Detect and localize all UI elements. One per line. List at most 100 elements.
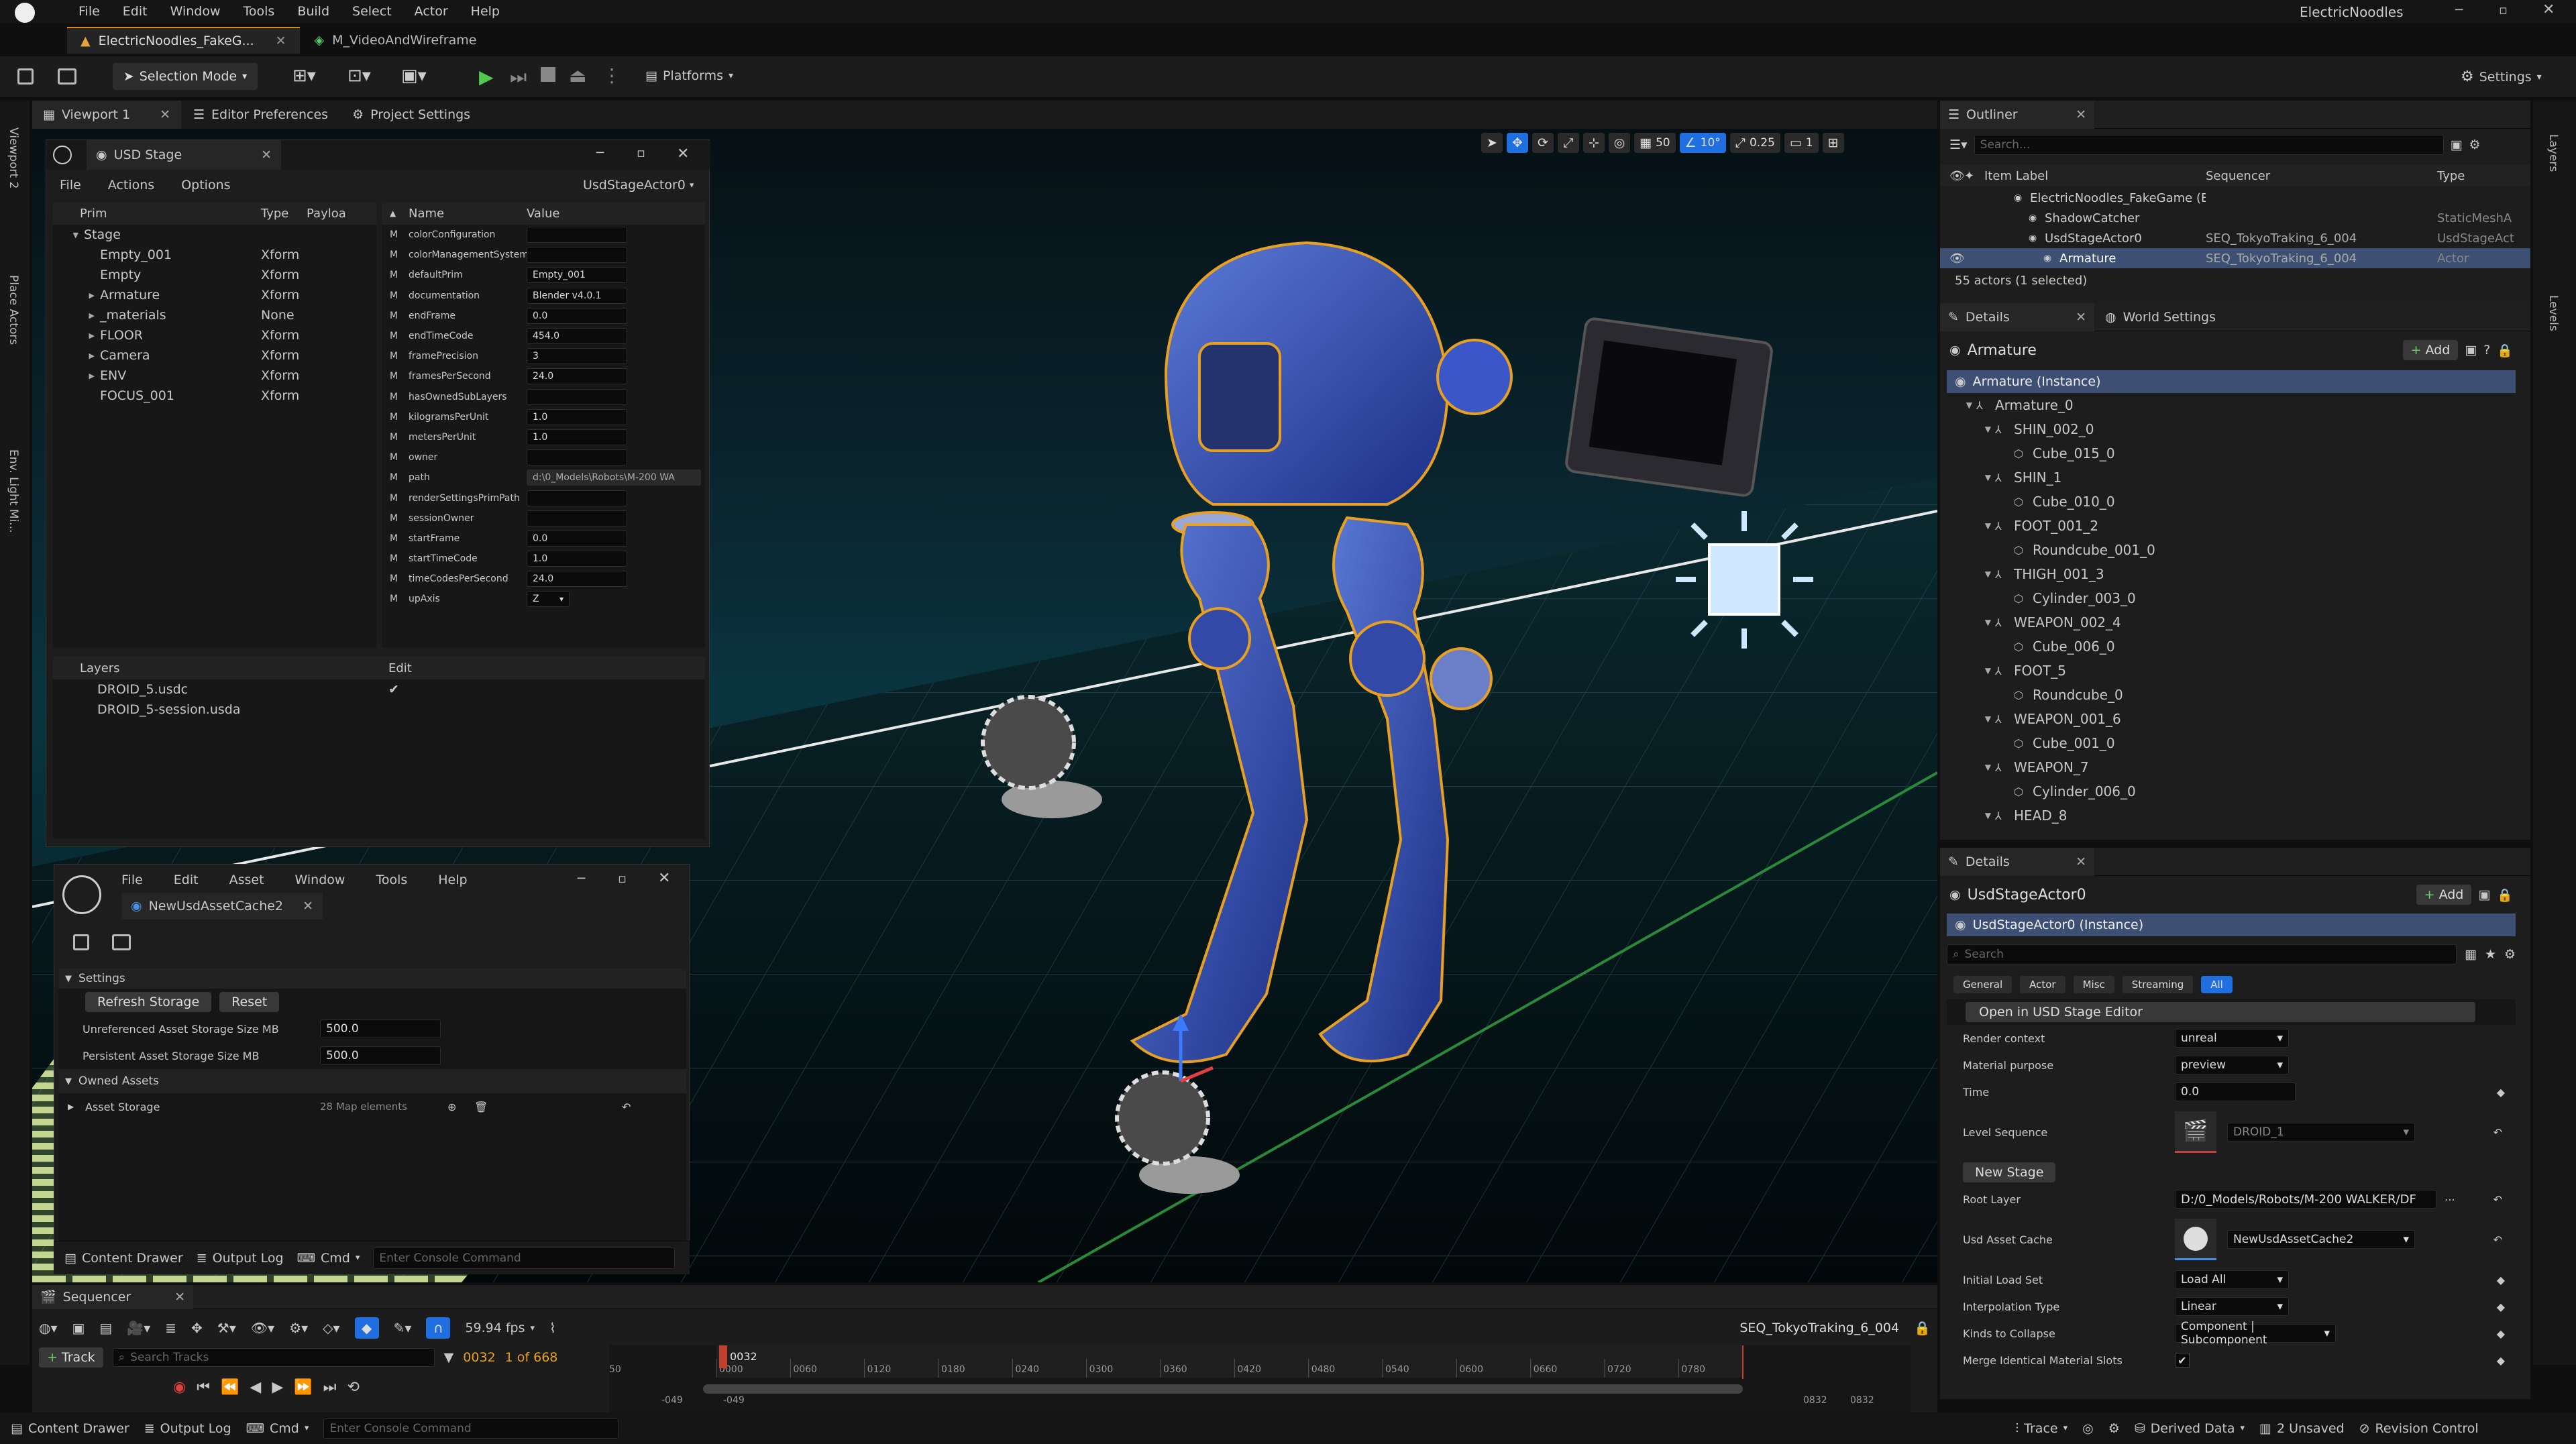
minimize-button[interactable]: ─ xyxy=(578,871,585,886)
property-value[interactable]: Blender v4.0.1 xyxy=(527,287,627,304)
component-row[interactable]: ▼ ⅄ HEAD_8 xyxy=(1947,803,2516,828)
menu-help[interactable]: Help xyxy=(460,0,511,23)
interpolation-select[interactable]: Linear ▾ xyxy=(2175,1297,2289,1316)
filter-icon[interactable]: ▼ xyxy=(444,1350,454,1365)
reset-arrow-icon[interactable]: ↶ xyxy=(2493,1233,2502,1246)
curve-icon[interactable]: ✎▾ xyxy=(394,1320,412,1336)
filter-streaming[interactable]: Streaming xyxy=(2122,976,2194,993)
close-icon[interactable]: ✕ xyxy=(174,1290,185,1304)
place-actors-tab[interactable]: Place Actors xyxy=(7,275,20,345)
key-icon[interactable]: ◆ xyxy=(2497,1086,2505,1099)
settings-header[interactable]: ▼ Settings xyxy=(58,968,686,989)
component-row[interactable]: ⬡ Cube_001_0 xyxy=(1947,731,2516,755)
viewport2-tab[interactable]: Viewport 2 xyxy=(7,127,20,188)
tab-editor-preferences[interactable]: ☰ Editor Preferences xyxy=(181,101,340,129)
table-icon[interactable]: ▦ xyxy=(2465,947,2477,962)
add-component-button[interactable]: + Add xyxy=(2416,885,2472,905)
component-instance-row[interactable]: ◉ UsdStageActor0 (Instance) xyxy=(1947,913,2516,936)
expand-arrow-icon[interactable]: ▶ xyxy=(53,351,100,360)
expand-arrow-icon[interactable]: ▼ xyxy=(53,231,84,239)
menu-help[interactable]: Help xyxy=(438,873,467,887)
close-icon[interactable]: ✕ xyxy=(261,148,272,162)
property-value[interactable] xyxy=(527,449,627,466)
property-value[interactable] xyxy=(527,227,627,243)
unref-storage-input[interactable]: 500.0 xyxy=(320,1019,441,1038)
component-row[interactable]: ▼ ⅄ WEAPON_7 xyxy=(1947,755,2516,779)
component-row[interactable]: ▼ ⅄ FOOT_001_2 xyxy=(1947,514,2516,538)
lock-icon[interactable]: 🔒 xyxy=(2497,343,2513,358)
timeline-ruler[interactable]: 0000 0060 0120 0180 0240 0300 0360 0420 0480 0540… xyxy=(609,1345,1911,1412)
maximize-button[interactable]: ▫ xyxy=(2499,3,2508,17)
jump-start-button[interactable]: ⏮ xyxy=(197,1379,210,1396)
prim-row[interactable]: ▶ FLOOR Xform xyxy=(53,325,376,345)
component-row[interactable]: ▼ ⅄ SHIN_002_0 xyxy=(1947,417,2516,441)
new-stage-button[interactable]: New Stage xyxy=(1963,1162,2056,1182)
eject-button[interactable]: ⏏ xyxy=(569,64,586,87)
next-key-button[interactable]: ⏩ xyxy=(294,1379,312,1396)
browse-icon[interactable] xyxy=(112,934,131,950)
console-input[interactable]: Enter Console Command xyxy=(373,1247,676,1269)
save-icon[interactable] xyxy=(17,68,34,85)
tab-project-settings[interactable]: ⚙ Project Settings xyxy=(340,101,482,129)
component-row[interactable]: ⬡ Cylinder_006_0 xyxy=(1947,779,2516,803)
env-light-tab[interactable]: Env. Light Mi... xyxy=(7,449,20,533)
prim-row[interactable]: ▼ Stage xyxy=(53,225,376,245)
rotate-tool-icon[interactable]: ⟳ xyxy=(1532,133,1554,153)
step-button[interactable]: ⏭ xyxy=(510,66,527,89)
outliner-row[interactable]: ◉ ElectricNoodles_FakeGame (Editor) xyxy=(1940,188,2530,208)
kinds-collapse-select[interactable]: Component | Subcomponent ▾ xyxy=(2175,1320,2336,1347)
surface-snap-icon[interactable]: ⊹ xyxy=(1583,133,1605,153)
transform-icon[interactable]: ✥ xyxy=(191,1320,203,1336)
persist-storage-input[interactable]: 500.0 xyxy=(320,1046,441,1065)
key-icon[interactable]: ◆ xyxy=(2497,1274,2505,1286)
details-search-input[interactable]: ⌕ Search xyxy=(1947,944,2457,964)
unreal-logo[interactable] xyxy=(15,3,35,23)
playback-options-icon[interactable]: ⚙▾ xyxy=(289,1320,308,1336)
property-value[interactable]: 3 xyxy=(527,348,627,365)
minimize-button[interactable]: ─ xyxy=(2455,3,2463,17)
output-log-button[interactable]: ≣ Output Log xyxy=(197,1251,284,1266)
tab-details2[interactable]: ✎ Details ✕ xyxy=(1940,848,2094,876)
prim-row[interactable]: FOCUS_001 Xform xyxy=(53,386,376,406)
world-icon[interactable]: ◍▾ xyxy=(39,1320,58,1336)
world-local-icon[interactable]: ◎ xyxy=(1609,133,1630,153)
refresh-storage-button[interactable]: Refresh Storage xyxy=(85,992,212,1012)
component-row[interactable]: ▼ ⅄ THIGH_001_3 xyxy=(1947,562,2516,586)
tab-material[interactable]: ◈ M_VideoAndWireframe xyxy=(300,27,492,54)
more-options-icon[interactable]: ⋮ xyxy=(602,64,621,87)
menu-window[interactable]: Window xyxy=(159,0,232,23)
component-row[interactable]: ⬡ Cube_010_0 xyxy=(1947,490,2516,514)
time-input[interactable]: 0.0 xyxy=(2175,1082,2296,1101)
curve-editor-icon[interactable]: ⌇ xyxy=(549,1320,556,1336)
levels-tab[interactable]: Levels xyxy=(2546,295,2560,331)
expand-arrow-icon[interactable]: ▶ xyxy=(53,311,100,320)
save-icon[interactable]: ▣ xyxy=(72,1320,85,1336)
property-value[interactable] xyxy=(527,490,627,506)
component-row[interactable]: ⬡ Cube_015_0 xyxy=(1947,441,2516,465)
chevron-right-icon[interactable]: ▶ xyxy=(58,1102,85,1111)
expand-arrow-icon[interactable]: ▼ xyxy=(1947,811,1995,820)
property-value[interactable] xyxy=(527,247,627,264)
scale-snap-icon[interactable]: ⤢ 0.25 xyxy=(1729,133,1780,153)
menu-tools[interactable]: Tools xyxy=(232,0,286,23)
filter-general[interactable]: General xyxy=(1953,976,2012,993)
merge-materials-checkbox[interactable]: ✔ xyxy=(2175,1353,2190,1368)
search-tracks-input[interactable]: ⌕ Search Tracks xyxy=(112,1348,435,1367)
output-log-button[interactable]: ≣ Output Log xyxy=(144,1421,231,1436)
content-drawer-button[interactable]: ▤ Content Drawer xyxy=(11,1421,129,1436)
menu-edit[interactable]: Edit xyxy=(111,0,159,23)
star-icon[interactable]: ★ xyxy=(2485,947,2496,962)
expand-arrow-icon[interactable]: ▼ xyxy=(1947,569,1995,579)
menu-build[interactable]: Build xyxy=(286,0,341,23)
menu-options[interactable]: Options xyxy=(181,178,230,192)
blueprint-icon[interactable]: ▣ xyxy=(2478,887,2490,902)
owned-assets-header[interactable]: ▼ Owned Assets xyxy=(58,1069,686,1093)
close-window-button[interactable]: ✕ xyxy=(658,870,670,887)
trace-button[interactable]: ⫶ Trace ▾ xyxy=(2015,1421,2068,1436)
expand-arrow-icon[interactable]: ▼ xyxy=(1947,400,1976,410)
menu-file[interactable]: File xyxy=(60,178,81,192)
expand-arrow-icon[interactable]: ▼ xyxy=(1947,763,1995,772)
component-instance-row[interactable]: ◉ Armature (Instance) xyxy=(1947,370,2516,393)
key-icon[interactable]: ◆ xyxy=(2497,1300,2505,1313)
material-purpose-select[interactable]: preview ▾ xyxy=(2175,1056,2289,1074)
